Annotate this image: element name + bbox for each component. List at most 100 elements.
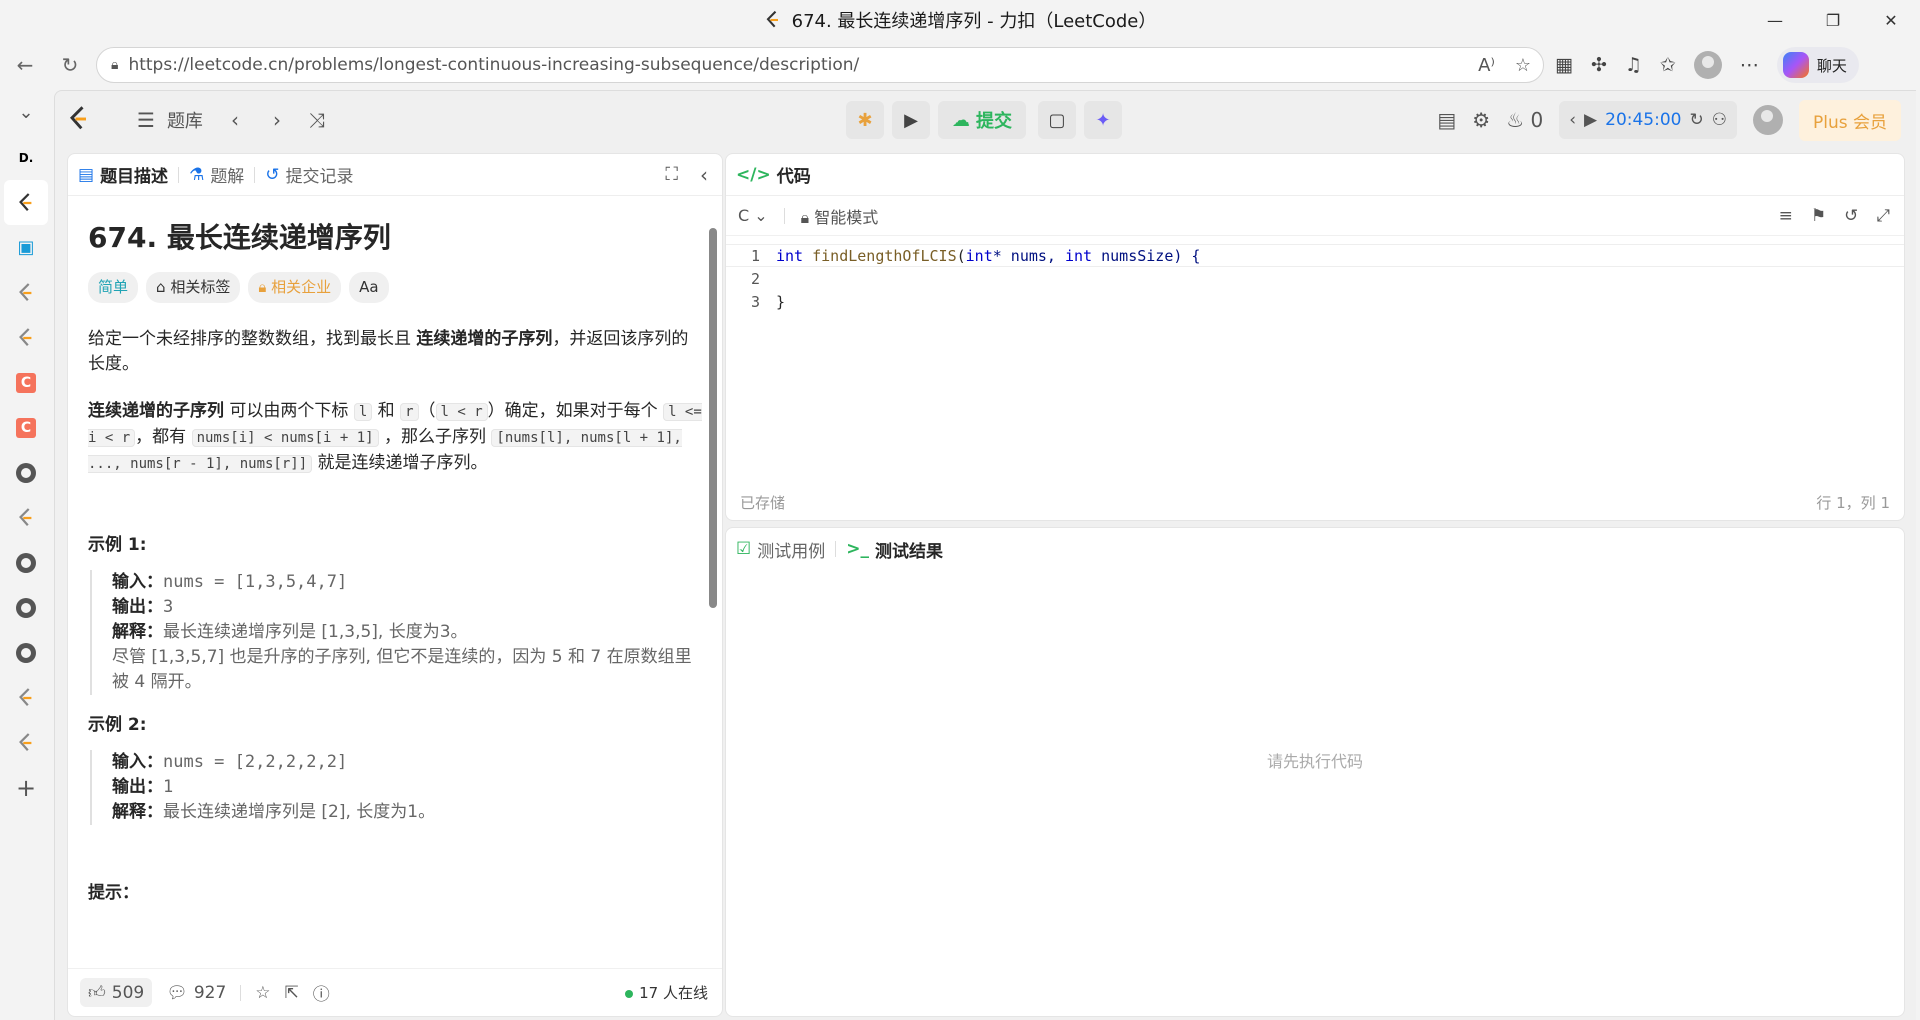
- profile-avatar[interactable]: [1693, 51, 1722, 79]
- app-d-icon[interactable]: D.: [0, 135, 52, 180]
- problem-bank-link[interactable]: ☰ 题库: [137, 107, 203, 133]
- add-icon[interactable]: +: [0, 765, 52, 810]
- c-app-icon[interactable]: C: [0, 360, 52, 405]
- github-icon[interactable]: [0, 540, 52, 585]
- chevron-down-icon[interactable]: ⌄: [0, 90, 52, 135]
- add-user-icon[interactable]: ⚇: [1712, 110, 1727, 130]
- text: 给定一个未经排序的整数数组，找到最长且: [88, 329, 417, 349]
- help-icon[interactable]: ⓘ: [313, 980, 330, 1005]
- leetcode-navbar: ☰ 题库 ‹ › ⤨ ✱ ▶ ☁ 提交 ▢ ✦ ▤ ⚙ ♨ 0 ‹ ▶ 20:4…: [55, 91, 1917, 149]
- format-icon[interactable]: ≡: [1779, 206, 1793, 226]
- document-icon: ▤: [78, 164, 95, 185]
- play-icon[interactable]: ▶: [1584, 110, 1597, 130]
- layout-icon[interactable]: ▤: [1437, 108, 1456, 132]
- online-dot: [625, 990, 634, 998]
- refresh-icon[interactable]: ↻: [50, 45, 90, 85]
- prev-problem-icon[interactable]: ‹: [231, 108, 239, 132]
- saved-status: 已存储: [740, 493, 786, 512]
- tab-description[interactable]: ▤ 题目描述: [68, 162, 178, 188]
- thumbs-up-icon: 👍︎: [88, 983, 106, 1003]
- star-icon[interactable]: ☆: [255, 983, 270, 1003]
- tab-test-result[interactable]: >_ 测试结果: [836, 537, 953, 562]
- close-icon[interactable]: ✕: [1862, 0, 1920, 40]
- qr-icon[interactable]: ▦: [1555, 54, 1573, 76]
- language-select[interactable]: C ⌄: [738, 206, 768, 225]
- copilot-button[interactable]: 聊天: [1776, 47, 1859, 83]
- text: 就是连续递增子序列。: [312, 453, 488, 473]
- comments-button[interactable]: 💬︎ 927: [166, 983, 226, 1003]
- next-problem-icon[interactable]: ›: [273, 108, 281, 132]
- hints-title: 提示：: [88, 883, 139, 903]
- back-icon[interactable]: ←: [5, 45, 45, 85]
- terminal-icon: >_: [846, 539, 869, 559]
- github-icon[interactable]: [0, 630, 52, 675]
- leetcode-tab-icon[interactable]: [0, 675, 52, 720]
- reset-code-icon[interactable]: ↺: [1844, 206, 1858, 226]
- streak-counter[interactable]: ♨ 0: [1506, 108, 1543, 132]
- function-name: findLengthOfLCIS: [812, 246, 957, 265]
- c-app-icon[interactable]: C: [0, 405, 52, 450]
- mode-indicator[interactable]: 🔒︎ 智能模式: [801, 204, 879, 228]
- scrollbar-thumb[interactable]: [709, 228, 717, 608]
- media-icon[interactable]: ♫: [1625, 54, 1642, 76]
- tag-icon: ⌂: [156, 278, 166, 296]
- reset-icon[interactable]: ↻: [1689, 110, 1703, 130]
- problem-definition: 连续递增的子序列 可以由两个下标 l 和 r （l < r ）确定，如果对于每个 l…: [88, 399, 702, 477]
- leetcode-tab-icon[interactable]: [0, 315, 52, 360]
- address-bar[interactable]: 🔒︎ https://leetcode.cn/problems/longest-…: [96, 47, 1544, 83]
- more-icon[interactable]: ⋯: [1740, 54, 1759, 76]
- favorite-icon[interactable]: ☆: [1515, 55, 1531, 76]
- code-editor[interactable]: 1 int findLengthOfLCIS(int* nums, int nu…: [726, 236, 1904, 313]
- share-icon[interactable]: ⇱: [285, 983, 299, 1003]
- submit-button[interactable]: ☁ 提交: [938, 101, 1026, 139]
- settings-icon[interactable]: ⚙: [1472, 108, 1490, 132]
- maximize-icon[interactable]: ❐: [1804, 0, 1862, 40]
- divider: [240, 984, 242, 1001]
- companies-tag[interactable]: 🔒︎ 相关企业: [248, 272, 342, 303]
- user-avatar[interactable]: [1752, 105, 1783, 135]
- bilibili-icon[interactable]: ▣: [0, 225, 52, 270]
- leetcode-tab-icon[interactable]: [4, 180, 48, 225]
- minimize-icon[interactable]: —: [1746, 0, 1804, 40]
- input-label: 输入：: [112, 572, 163, 592]
- line-number: 3: [750, 292, 760, 311]
- ai-button[interactable]: ✦: [1084, 101, 1122, 139]
- leetcode-tab-icon[interactable]: [0, 495, 52, 540]
- debug-button[interactable]: ✱: [846, 101, 884, 139]
- code-header: </> 代码: [726, 154, 1904, 196]
- collapse-icon[interactable]: ‹: [700, 163, 708, 187]
- favorites-icon[interactable]: ✩: [1660, 54, 1676, 76]
- site-info-icon[interactable]: 🔒︎: [111, 57, 118, 73]
- mode-label: 智能模式: [814, 207, 879, 227]
- tab-test-cases[interactable]: ☑ 测试用例: [726, 537, 835, 562]
- leetcode-home-logo[interactable]: [67, 105, 91, 133]
- scrollbar[interactable]: [708, 214, 718, 949]
- bookmark-icon[interactable]: ⚑: [1811, 206, 1826, 226]
- problem-bank-label: 题库: [166, 111, 203, 132]
- explanation-value: 最长连续递增序列是 [1,3,5], 长度为3。: [163, 622, 468, 642]
- tab-submissions[interactable]: ↺ 提交记录: [255, 162, 363, 188]
- plus-button[interactable]: Plus 会员: [1798, 99, 1901, 141]
- chevron-left-icon[interactable]: ‹: [1569, 110, 1576, 130]
- empty-result-text: 请先执行代码: [1266, 752, 1363, 771]
- run-button[interactable]: ▶: [892, 101, 930, 139]
- tab-solution[interactable]: ⚗ 题解: [179, 162, 254, 188]
- notes-button[interactable]: ▢: [1038, 101, 1076, 139]
- like-button[interactable]: 👍︎ 509: [80, 978, 153, 1007]
- github-icon[interactable]: [0, 450, 52, 495]
- shuffle-icon[interactable]: ⤨: [309, 108, 325, 132]
- difficulty-badge[interactable]: 简单: [88, 272, 139, 303]
- extensions-icon[interactable]: ✣: [1591, 54, 1607, 76]
- github-icon[interactable]: [0, 585, 52, 630]
- leetcode-tab-icon[interactable]: [0, 270, 52, 315]
- topics-tag[interactable]: ⌂ 相关标签: [146, 272, 241, 303]
- expand-icon[interactable]: ⛶: [665, 164, 678, 185]
- font-size-button[interactable]: Aa: [349, 272, 389, 303]
- copilot-label: 聊天: [1816, 56, 1847, 75]
- fullscreen-icon[interactable]: ⤢: [1876, 206, 1890, 226]
- timer[interactable]: ‹ ▶ 20:45:00 ↻ ⚇: [1559, 101, 1737, 139]
- example-2-title: 示例 2:: [88, 715, 147, 735]
- keyword: int: [1065, 246, 1093, 265]
- read-aloud-icon[interactable]: A⁾: [1478, 55, 1495, 76]
- leetcode-tab-icon[interactable]: [0, 720, 52, 765]
